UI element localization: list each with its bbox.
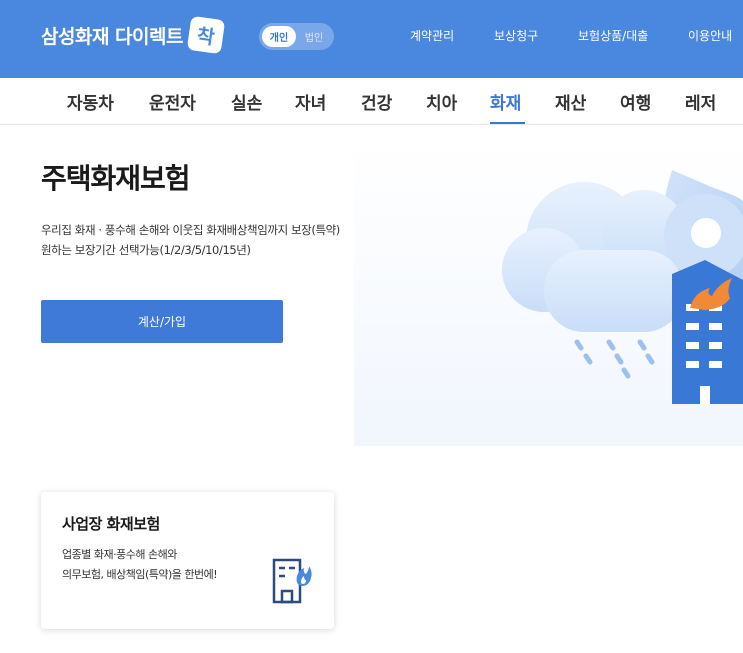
rain-cloud-building-fire-icon — [354, 140, 743, 446]
brand-logo[interactable]: 삼성화재 다이렉트 착 — [41, 15, 226, 55]
nav-products-loans[interactable]: 보험상품/대출 — [578, 27, 648, 44]
tab-driver[interactable]: 운전자 — [149, 89, 196, 114]
page-title: 주택화재보험 — [41, 162, 191, 195]
active-tab-underline — [490, 122, 525, 124]
hero-description-line-1: 우리집 화재 · 풍수해 손해와 이웃집 화재배상책임까지 보장(특약) — [41, 223, 340, 237]
tab-health[interactable]: 건강 — [361, 89, 392, 114]
tab-auto[interactable]: 자동차 — [67, 89, 114, 114]
building-flame-icon — [271, 558, 313, 610]
tab-children[interactable]: 자녀 — [295, 89, 326, 114]
category-nav: 자동차 운전자 실손 자녀 건강 치아 화재 재산 여행 레저 — [0, 78, 743, 125]
tab-property[interactable]: 재산 — [555, 89, 586, 114]
card-title: 사업장 화재보험 — [62, 515, 160, 533]
logo-text: 삼성화재 다이렉트 — [41, 25, 183, 48]
logo-badge: 착 — [186, 15, 226, 55]
calculate-join-button[interactable]: 계산/가입 — [41, 300, 283, 343]
hero-illustration — [354, 140, 743, 446]
nav-contract-management[interactable]: 계약관리 — [410, 27, 454, 44]
tab-medical[interactable]: 실손 — [231, 89, 262, 114]
business-fire-insurance-card[interactable]: 사업장 화재보험 업종별 화재·풍수해 손해와 의무보험, 배상책임(특약)을 … — [41, 492, 334, 629]
toggle-personal[interactable]: 개인 — [262, 26, 296, 47]
hero-description-line-2: 원하는 보장기간 선택가능(1/2/3/5/10/15년) — [41, 243, 251, 257]
top-header: 삼성화재 다이렉트 착 개인 법인 계약관리 보상청구 보험상품/대출 이용안내 — [0, 0, 743, 78]
toggle-business[interactable]: 법인 — [297, 26, 331, 47]
card-description-line-1: 업종별 화재·풍수해 손해와 — [62, 548, 177, 561]
card-description-line-2: 의무보험, 배상책임(특약)을 한번에! — [62, 568, 218, 581]
nav-guide[interactable]: 이용안내 — [688, 27, 732, 44]
nav-claims[interactable]: 보상청구 — [494, 27, 538, 44]
tab-fire[interactable]: 화재 — [490, 89, 521, 114]
tab-dental[interactable]: 치아 — [426, 89, 457, 114]
tab-travel[interactable]: 여행 — [620, 89, 651, 114]
tab-leisure[interactable]: 레저 — [685, 89, 716, 114]
customer-type-toggle: 개인 법인 — [259, 23, 334, 50]
